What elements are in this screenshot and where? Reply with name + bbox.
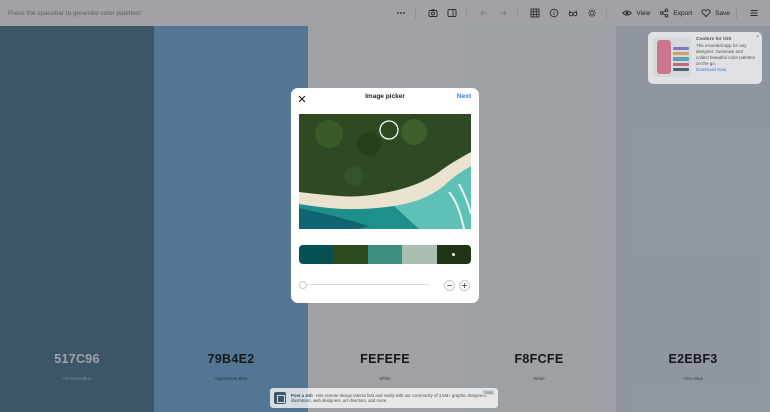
post-job-banner[interactable]: Post a Job Hire remote design talents fas… [270,388,498,408]
ios-app-ad[interactable]: Coolors for iOS The essential app for an… [648,32,762,84]
swatch[interactable] [299,245,334,264]
job-body: Hire remote design talents fast and easi… [291,392,488,404]
minus-button[interactable]: − [444,280,455,291]
slider-track [299,284,429,285]
job-copy: Post a Job Hire remote design talents fas… [291,393,494,404]
selected-swatch-dot [452,253,456,256]
swatch[interactable] [402,245,437,264]
swatch[interactable] [436,245,471,264]
job-title: Post a Job [291,392,313,398]
job-hide-button[interactable]: hide [482,390,495,395]
ad-close-button[interactable]: × [756,34,759,40]
source-photo[interactable] [299,114,471,229]
image-picker-modal: Image picker Next − + [291,88,479,303]
ad-copy: Coolors for iOS The essential app for an… [696,37,757,79]
next-button[interactable]: Next [457,92,471,102]
plus-button[interactable]: + [459,280,470,291]
swatch[interactable] [333,245,368,264]
ad-body: The essential app for any designer. Gene… [696,43,756,66]
palette-bars-icon [673,47,689,72]
modal-title: Image picker [365,93,405,100]
swatch[interactable] [367,245,403,264]
ad-download-link[interactable]: Download Now [696,67,726,72]
extracted-swatches [299,245,471,264]
color-count-slider[interactable] [299,281,429,289]
briefcase-icon [274,392,286,404]
slider-thumb[interactable] [299,281,307,289]
ad-app-image [653,37,691,77]
phone-icon [657,40,671,74]
